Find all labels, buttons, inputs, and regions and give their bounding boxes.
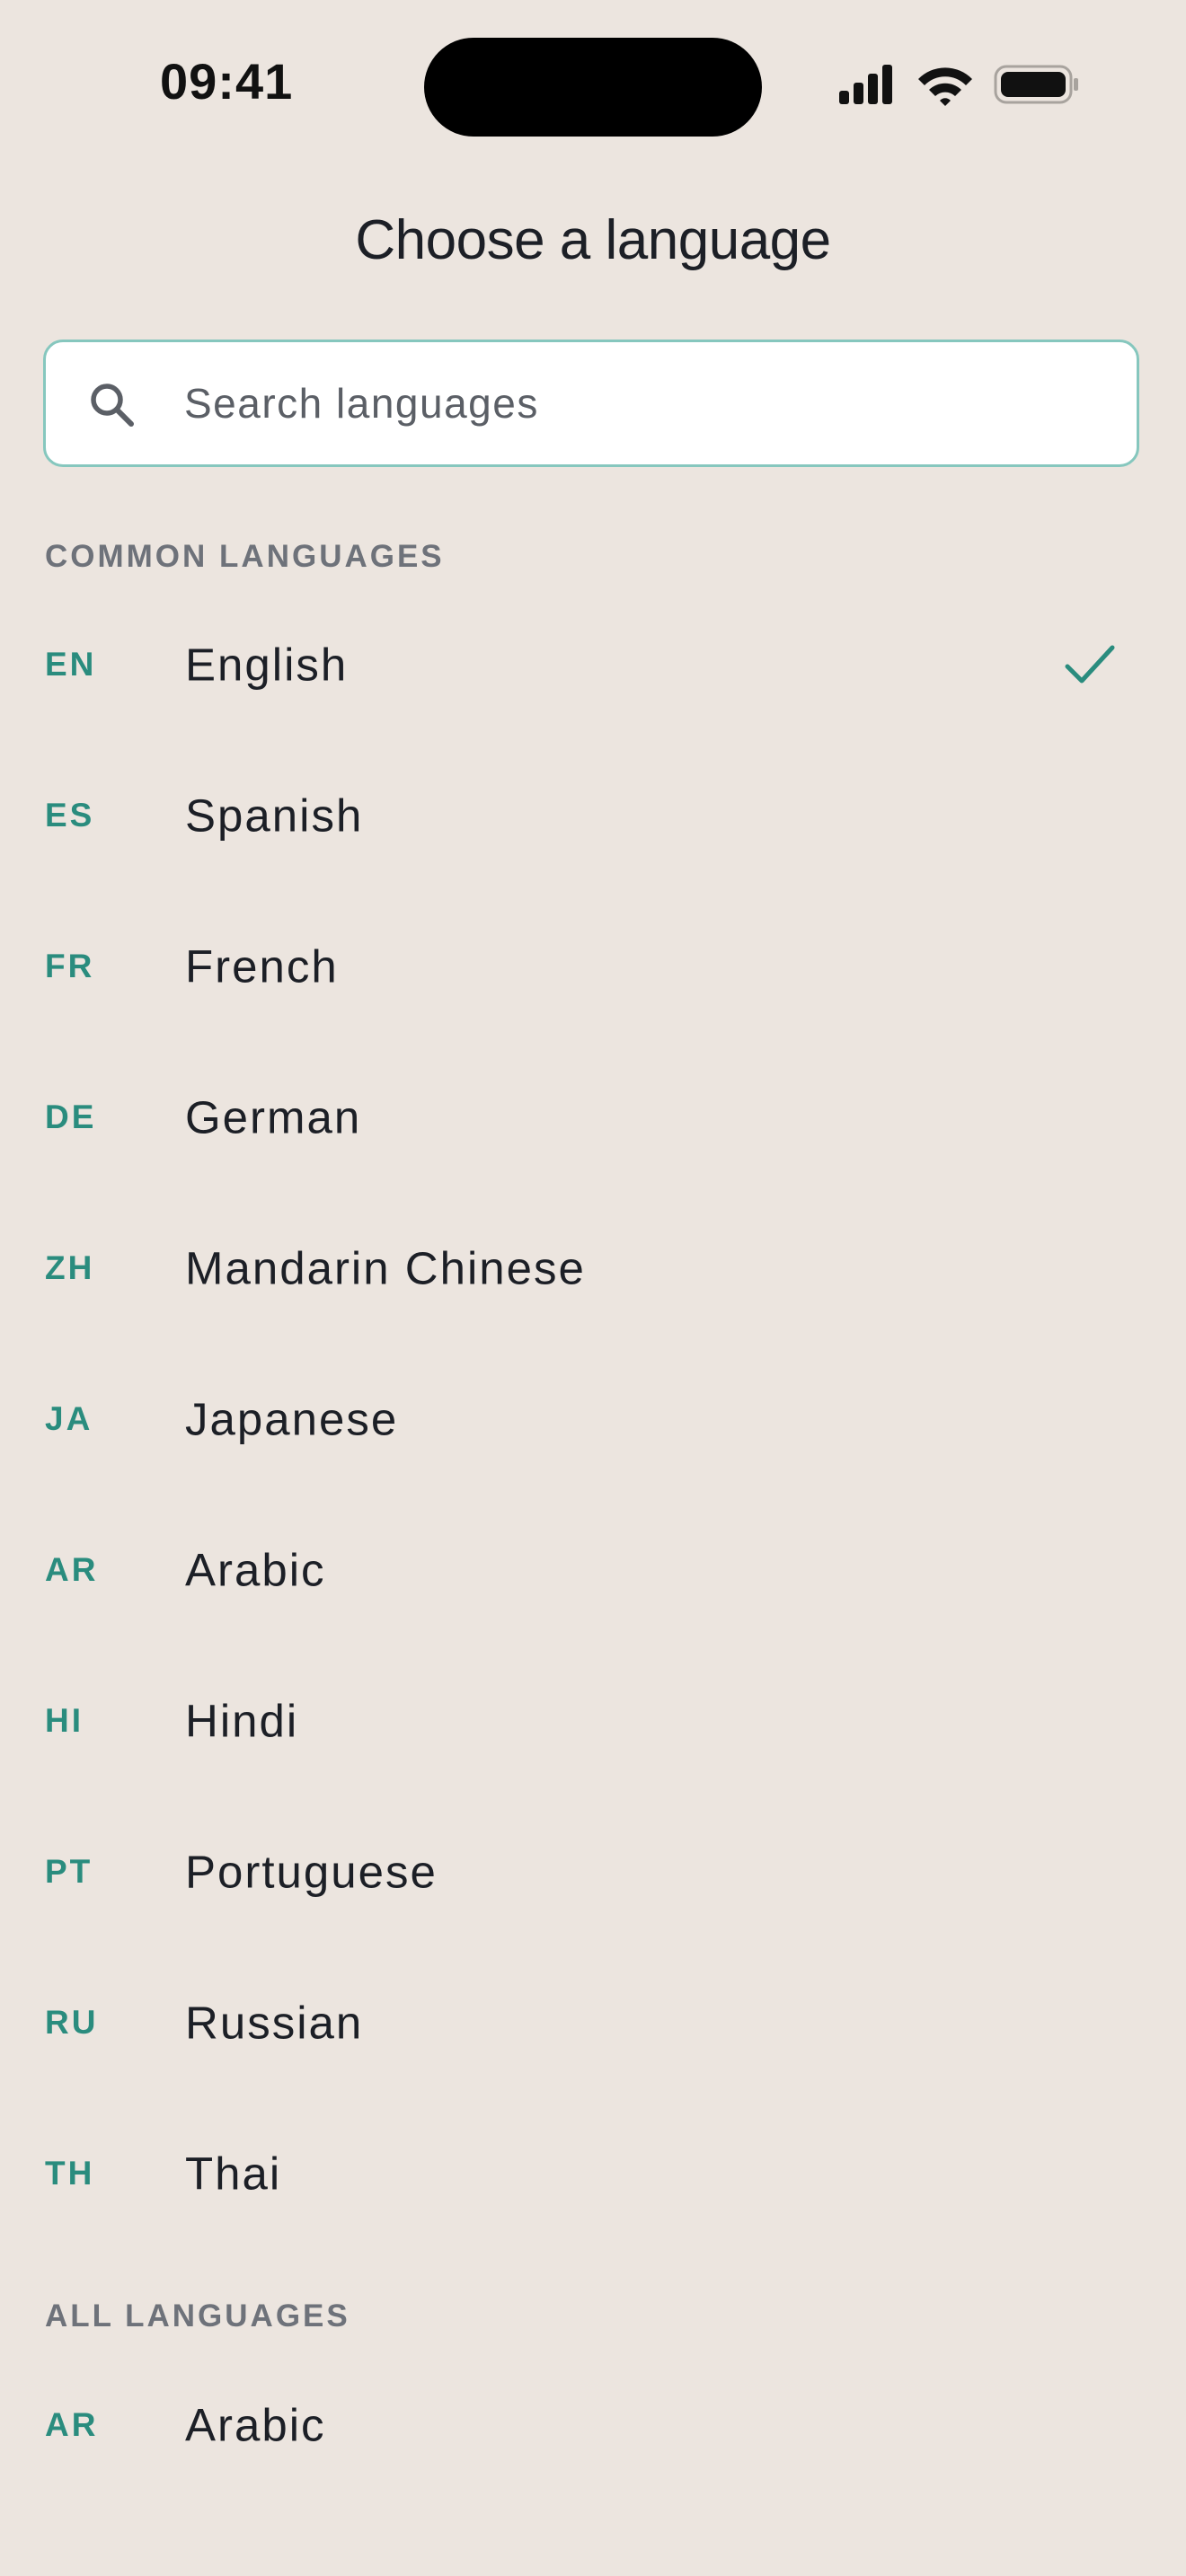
search-input[interactable]	[184, 342, 1092, 464]
language-row-hi[interactable]: HI Hindi	[0, 1645, 1186, 1796]
status-bar: 09:41	[0, 0, 1186, 171]
language-row-all-ar[interactable]: AR Arabic	[0, 2350, 1186, 2501]
status-icons	[839, 63, 1082, 108]
language-code: AR	[45, 2406, 99, 2443]
language-code: AR	[45, 1551, 99, 1588]
status-time: 09:41	[160, 53, 294, 110]
page-title: Choose a language	[355, 209, 831, 271]
language-code: RU	[45, 2004, 99, 2041]
language-name: English	[185, 639, 349, 691]
language-code: ZH	[45, 1249, 95, 1286]
language-code: HI	[45, 1702, 84, 1739]
language-name: Thai	[185, 2148, 282, 2200]
language-name: Spanish	[185, 790, 364, 842]
cellular-signal-icon	[839, 65, 892, 104]
language-row-ar[interactable]: AR Arabic	[0, 1495, 1186, 1645]
language-row-fr[interactable]: FR French	[0, 891, 1186, 1042]
dynamic-island	[424, 38, 762, 137]
section-header-common: COMMON LANGUAGES	[45, 539, 445, 574]
language-code: PT	[45, 1853, 93, 1890]
language-name: Portuguese	[185, 1846, 438, 1898]
language-row-zh[interactable]: ZH Mandarin Chinese	[0, 1193, 1186, 1344]
language-name: French	[185, 940, 339, 992]
language-row-es[interactable]: ES Spanish	[0, 740, 1186, 891]
language-row-th[interactable]: TH Thai	[0, 2098, 1186, 2249]
language-code: FR	[45, 948, 95, 984]
language-name: Arabic	[185, 1544, 326, 1596]
language-name: Russian	[185, 1997, 364, 2049]
battery-icon	[994, 65, 1078, 104]
language-code: ES	[45, 797, 95, 834]
language-name: Mandarin Chinese	[185, 1242, 586, 1294]
language-name: Arabic	[185, 2399, 326, 2451]
language-name: Japanese	[185, 1393, 399, 1445]
language-code: EN	[45, 646, 97, 683]
language-row-pt[interactable]: PT Portuguese	[0, 1796, 1186, 1947]
language-row-ru[interactable]: RU Russian	[0, 1947, 1186, 2098]
checkmark-icon	[1065, 645, 1115, 684]
language-name: Hindi	[185, 1695, 299, 1747]
section-header-all: ALL LANGUAGES	[45, 2298, 350, 2333]
language-code: JA	[45, 1400, 93, 1437]
language-row-en[interactable]: EN English	[0, 589, 1186, 740]
language-name: German	[185, 1091, 362, 1143]
wifi-icon	[918, 67, 972, 106]
language-row-de[interactable]: DE German	[0, 1042, 1186, 1193]
language-code: DE	[45, 1098, 97, 1135]
language-code: TH	[45, 2155, 95, 2192]
search-icon	[91, 384, 134, 427]
search-box[interactable]	[43, 340, 1139, 467]
language-row-ja[interactable]: JA Japanese	[0, 1344, 1186, 1495]
